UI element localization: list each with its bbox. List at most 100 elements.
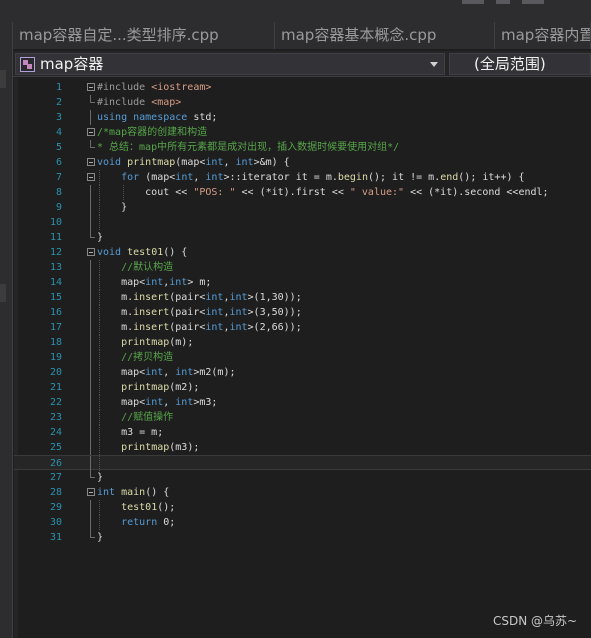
code-line[interactable]: 19 //拷贝构造 xyxy=(14,350,591,365)
code-token: map< xyxy=(97,367,146,378)
line-number: 8 xyxy=(55,187,62,198)
code-line[interactable]: 9 } xyxy=(14,200,591,215)
code-line[interactable]: 25 printmap(m3); xyxy=(14,440,591,455)
code-token: printmap xyxy=(121,337,170,348)
code-token: int xyxy=(175,367,194,378)
code-line[interactable]: 24 m3 = m; xyxy=(14,425,591,440)
scope-label: map容器 xyxy=(40,55,104,73)
scope-dropdown[interactable]: map容器 xyxy=(15,53,445,75)
code-token: } xyxy=(97,202,128,213)
line-number: 6 xyxy=(55,157,62,168)
line-number: 13 xyxy=(49,262,62,273)
outline-bar xyxy=(90,320,91,335)
code-text: * 总结：map中所有元素都是成对出现，插入数据时候要使用对组*/ xyxy=(97,140,399,155)
outline-bar xyxy=(90,290,91,305)
code-token: (); xyxy=(157,502,176,513)
code-line[interactable]: 11} xyxy=(14,230,591,245)
code-line[interactable]: 7 for (map<int, int>::iterator it = m.be… xyxy=(14,170,591,185)
code-text: m.insert(pair<int,int>(2,66)); xyxy=(97,320,302,335)
code-token: insert xyxy=(133,322,170,333)
code-token: cout << xyxy=(97,187,194,198)
code-line[interactable]: 26 xyxy=(14,455,591,471)
code-text: void printmap(map<int, int>&m) { xyxy=(97,155,290,170)
line-number: 18 xyxy=(49,337,62,348)
code-line[interactable]: 17 m.insert(pair<int,int>(2,66)); xyxy=(14,320,591,335)
code-text: //默认构造 xyxy=(97,260,173,275)
code-line[interactable]: 2 #include <map> xyxy=(14,95,591,110)
code-text: m.insert(pair<int,int>(1,30)); xyxy=(97,290,302,305)
code-line[interactable]: 23 //赋值操作 xyxy=(14,410,591,425)
code-token: end xyxy=(440,172,459,183)
code-text: using namespace std; xyxy=(97,110,217,125)
code-token: //赋值操作 xyxy=(121,412,174,423)
code-line[interactable]: 6 void printmap(map<int, int>&m) { xyxy=(14,155,591,170)
code-token: begin xyxy=(337,172,368,183)
code-line[interactable]: 1 #include <iostream> xyxy=(14,80,591,95)
collapse-icon[interactable] xyxy=(87,128,95,136)
code-token: map< xyxy=(97,277,146,288)
code-token: printmap xyxy=(121,382,170,393)
code-line[interactable]: 20 map<int, int>m2(m); xyxy=(14,365,591,380)
code-line[interactable]: 22 map<int, int>m3; xyxy=(14,395,591,410)
code-line[interactable]: 15 m.insert(pair<int,int>(1,30)); xyxy=(14,290,591,305)
code-line[interactable]: 30 return 0; xyxy=(14,515,591,530)
collapse-icon[interactable] xyxy=(87,173,95,181)
code-token: map< xyxy=(97,397,146,408)
code-token: void xyxy=(97,157,128,168)
code-token: int xyxy=(145,367,164,378)
code-token: insert xyxy=(133,292,170,303)
code-token: printmap xyxy=(127,157,176,168)
code-editor[interactable]: 1 #include <iostream> 2 #include <map> 3 usin… xyxy=(14,78,591,638)
collapse-icon[interactable] xyxy=(87,248,95,256)
code-token: (m); xyxy=(169,337,194,348)
code-line[interactable]: 28 int main() { xyxy=(14,485,591,500)
collapse-icon[interactable] xyxy=(87,83,95,91)
outline-bar xyxy=(90,500,91,515)
line-number: 7 xyxy=(55,172,62,183)
code-line[interactable]: 18 printmap(m); xyxy=(14,335,591,350)
tab-map-custom-sort[interactable]: map容器自定...类型排序.cpp xyxy=(13,22,275,49)
member-dropdown[interactable]: (全局范围) xyxy=(449,53,591,75)
line-number: 31 xyxy=(49,532,62,543)
code-token: m. xyxy=(97,322,134,333)
code-text: } xyxy=(97,230,103,245)
line-number: 14 xyxy=(49,277,62,288)
code-token: m. xyxy=(97,292,134,303)
code-line[interactable]: 14 map<int,int> m; xyxy=(14,275,591,290)
code-line[interactable]: 13 //默认构造 xyxy=(14,260,591,275)
code-text: //赋值操作 xyxy=(97,410,173,425)
code-token: >(1,30)); xyxy=(247,292,302,303)
code-line[interactable]: 4 /*map容器的创建和构造 xyxy=(14,125,591,140)
code-token: #include xyxy=(97,97,152,108)
code-line[interactable]: 3 using namespace std; xyxy=(14,110,591,125)
outline-end xyxy=(90,470,95,478)
collapse-icon[interactable] xyxy=(87,158,95,166)
code-line[interactable]: 5 * 总结：map中所有元素都是成对出现，插入数据时候要使用对组*/ xyxy=(14,140,591,155)
code-line[interactable]: 31} xyxy=(14,530,591,545)
collapse-icon[interactable] xyxy=(87,488,95,496)
code-text: /*map容器的创建和构造 xyxy=(97,125,207,140)
code-line[interactable]: 27} xyxy=(14,470,591,485)
code-line[interactable]: 12 void test01() { xyxy=(14,245,591,260)
code-token: int xyxy=(175,397,194,408)
code-line[interactable]: 29 test01(); xyxy=(14,500,591,515)
code-line[interactable]: 16 m.insert(pair<int,int>(3,50)); xyxy=(14,305,591,320)
tab-map-builtin[interactable]: map容器内置 xyxy=(495,22,591,49)
outline-bar xyxy=(90,395,91,410)
code-token: , xyxy=(193,172,206,183)
code-line[interactable]: 21 printmap(m2); xyxy=(14,380,591,395)
code-text: } xyxy=(97,530,103,545)
code-line[interactable]: 8 cout << "POS: " << (*it).first << " va… xyxy=(14,185,591,200)
code-token: (map< xyxy=(145,172,176,183)
code-line[interactable]: 10 xyxy=(14,215,591,230)
code-text: int main() { xyxy=(97,485,169,500)
tab-map-basic-concept[interactable]: map容器基本概念.cpp xyxy=(275,22,495,49)
chevron-down-icon[interactable] xyxy=(430,62,438,67)
code-text: m3 = m; xyxy=(97,425,163,440)
code-token: << (*it).first << xyxy=(235,187,350,198)
